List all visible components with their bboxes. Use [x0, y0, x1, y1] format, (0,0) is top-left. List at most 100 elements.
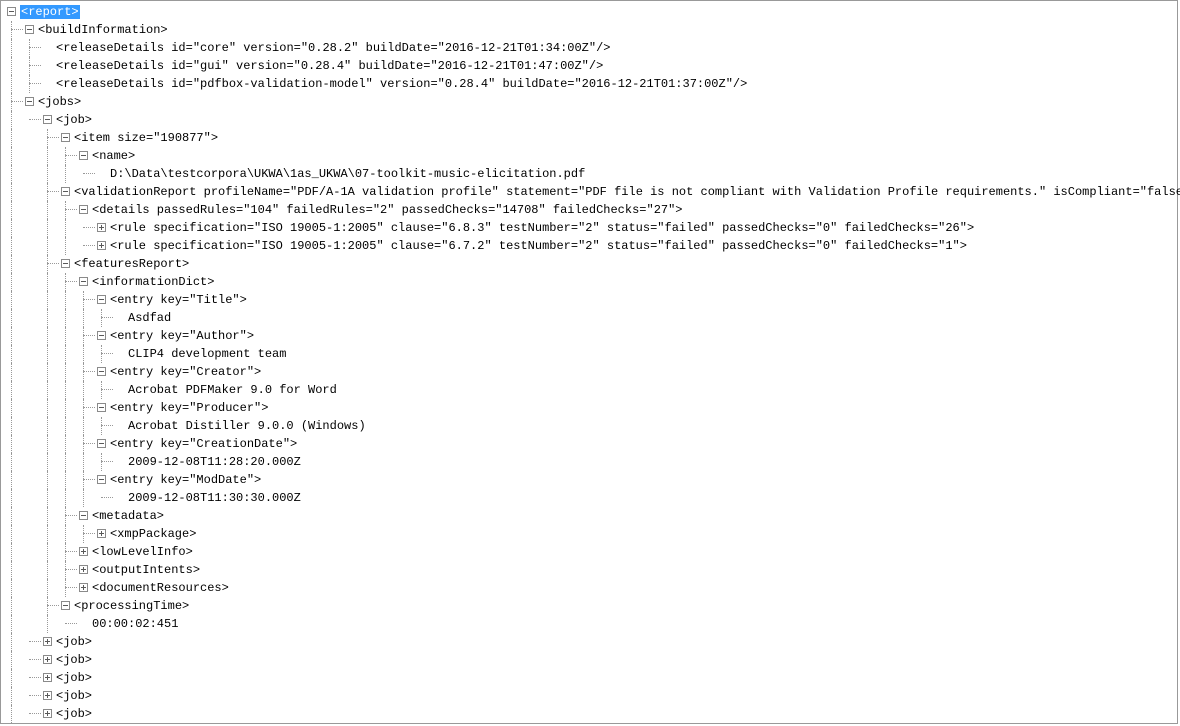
node-text[interactable]: <documentResources>	[92, 581, 229, 595]
tree-row[interactable]: <details passedRules="104" failedRules="…	[1, 201, 1177, 219]
collapse-icon[interactable]	[79, 277, 88, 286]
tree-row[interactable]: <name>	[1, 147, 1177, 165]
node-text[interactable]: <releaseDetails id="gui" version="0.28.4…	[56, 59, 603, 73]
tree-row[interactable]: CLIP4 development team	[1, 345, 1177, 363]
collapse-icon[interactable]	[97, 367, 106, 376]
tree-row[interactable]: <outputIntents>	[1, 561, 1177, 579]
collapse-icon[interactable]	[79, 151, 88, 160]
collapse-icon[interactable]	[97, 403, 106, 412]
tree-row[interactable]: 2009-12-08T11:30:30.000Z	[1, 489, 1177, 507]
tree-row[interactable]: <buildInformation>	[1, 21, 1177, 39]
collapse-icon[interactable]	[61, 259, 70, 268]
tree-row[interactable]: 2009-12-08T11:28:20.000Z	[1, 453, 1177, 471]
node-text[interactable]: <rule specification="ISO 19005-1:2005" c…	[110, 221, 974, 235]
node-text[interactable]: <name>	[92, 149, 135, 163]
tree-row[interactable]: <entry key="Title">	[1, 291, 1177, 309]
node-text[interactable]: 00:00:02:451	[92, 617, 178, 631]
node-text[interactable]: D:\Data\testcorpora\UKWA\1as_UKWA\07-too…	[110, 167, 585, 181]
node-text[interactable]: <job>	[56, 689, 92, 703]
node-text[interactable]: <featuresReport>	[74, 257, 189, 271]
collapse-icon[interactable]	[7, 7, 16, 16]
tree-row[interactable]: <entry key="Author">	[1, 327, 1177, 345]
tree-row[interactable]: Acrobat PDFMaker 9.0 for Word	[1, 381, 1177, 399]
node-text[interactable]: Asdfad	[128, 311, 171, 325]
tree-row[interactable]: <job>	[1, 705, 1177, 723]
node-text[interactable]: <metadata>	[92, 509, 164, 523]
expand-icon[interactable]	[79, 547, 88, 556]
expand-icon[interactable]	[43, 691, 52, 700]
tree-row[interactable]: <xmpPackage>	[1, 525, 1177, 543]
node-text[interactable]: <releaseDetails id="pdfbox-validation-mo…	[56, 77, 747, 91]
collapse-icon[interactable]	[61, 187, 70, 196]
tree-row[interactable]: <job>	[1, 687, 1177, 705]
node-text[interactable]: <jobs>	[38, 95, 81, 109]
tree-row[interactable]: <job>	[1, 111, 1177, 129]
tree-row[interactable]: <documentResources>	[1, 579, 1177, 597]
node-text[interactable]: <validationReport profileName="PDF/A-1A …	[74, 185, 1180, 199]
collapse-icon[interactable]	[79, 511, 88, 520]
expand-icon[interactable]	[79, 565, 88, 574]
node-text[interactable]: <xmpPackage>	[110, 527, 196, 541]
tree-row[interactable]: <rule specification="ISO 19005-1:2005" c…	[1, 219, 1177, 237]
node-text[interactable]: <job>	[56, 707, 92, 721]
node-text[interactable]: <details passedRules="104" failedRules="…	[92, 203, 683, 217]
expand-icon[interactable]	[97, 241, 106, 250]
tree-row[interactable]: <entry key="Creator">	[1, 363, 1177, 381]
collapse-icon[interactable]	[25, 25, 34, 34]
collapse-icon[interactable]	[97, 475, 106, 484]
node-text[interactable]: <releaseDetails id="core" version="0.28.…	[56, 41, 611, 55]
tree-row[interactable]: Asdfad	[1, 309, 1177, 327]
node-text[interactable]: <entry key="Author">	[110, 329, 254, 343]
tree-row[interactable]: <report>	[1, 3, 1177, 21]
node-text[interactable]: <entry key="Producer">	[110, 401, 268, 415]
node-text[interactable]: <job>	[56, 671, 92, 685]
node-text[interactable]: <entry key="Title">	[110, 293, 247, 307]
tree-row[interactable]: <featuresReport>	[1, 255, 1177, 273]
collapse-icon[interactable]	[61, 133, 70, 142]
expand-icon[interactable]	[43, 655, 52, 664]
node-text[interactable]: <entry key="CreationDate">	[110, 437, 297, 451]
node-text[interactable]: <job>	[56, 635, 92, 649]
expand-icon[interactable]	[97, 529, 106, 538]
tree-row[interactable]: <entry key="CreationDate">	[1, 435, 1177, 453]
tree-row[interactable]: <releaseDetails id="gui" version="0.28.4…	[1, 57, 1177, 75]
node-text[interactable]: 2009-12-08T11:30:30.000Z	[128, 491, 301, 505]
tree-row[interactable]: <item size="190877">	[1, 129, 1177, 147]
node-text[interactable]: <job>	[56, 113, 92, 127]
tree-row[interactable]: <entry key="ModDate">	[1, 471, 1177, 489]
tree-row[interactable]: <lowLevelInfo>	[1, 543, 1177, 561]
tree-row[interactable]: <job>	[1, 669, 1177, 687]
collapse-icon[interactable]	[25, 97, 34, 106]
expand-icon[interactable]	[43, 637, 52, 646]
node-text[interactable]: <entry key="ModDate">	[110, 473, 261, 487]
tree-row[interactable]: <metadata>	[1, 507, 1177, 525]
expand-icon[interactable]	[43, 673, 52, 682]
node-text[interactable]: <informationDict>	[92, 275, 214, 289]
collapse-icon[interactable]	[97, 295, 106, 304]
node-text[interactable]: <report>	[20, 5, 80, 19]
node-text[interactable]: CLIP4 development team	[128, 347, 286, 361]
tree-row[interactable]: <job>	[1, 633, 1177, 651]
tree-row[interactable]: <releaseDetails id="core" version="0.28.…	[1, 39, 1177, 57]
tree-row[interactable]: <entry key="Producer">	[1, 399, 1177, 417]
tree-row[interactable]: <job>	[1, 651, 1177, 669]
node-text[interactable]: <lowLevelInfo>	[92, 545, 193, 559]
tree-row[interactable]: <jobs>	[1, 93, 1177, 111]
node-text[interactable]: <rule specification="ISO 19005-1:2005" c…	[110, 239, 967, 253]
node-text[interactable]: <job>	[56, 653, 92, 667]
expand-icon[interactable]	[79, 583, 88, 592]
node-text[interactable]: Acrobat Distiller 9.0.0 (Windows)	[128, 419, 366, 433]
node-text[interactable]: Acrobat PDFMaker 9.0 for Word	[128, 383, 337, 397]
node-text[interactable]: <processingTime>	[74, 599, 189, 613]
tree-row[interactable]: D:\Data\testcorpora\UKWA\1as_UKWA\07-too…	[1, 165, 1177, 183]
collapse-icon[interactable]	[79, 205, 88, 214]
collapse-icon[interactable]	[97, 331, 106, 340]
node-text[interactable]: 2009-12-08T11:28:20.000Z	[128, 455, 301, 469]
node-text[interactable]: <item size="190877">	[74, 131, 218, 145]
node-text[interactable]: <buildInformation>	[38, 23, 168, 37]
node-text[interactable]: <entry key="Creator">	[110, 365, 261, 379]
collapse-icon[interactable]	[43, 115, 52, 124]
tree-row[interactable]: Acrobat Distiller 9.0.0 (Windows)	[1, 417, 1177, 435]
tree-row[interactable]: <releaseDetails id="pdfbox-validation-mo…	[1, 75, 1177, 93]
tree-row[interactable]: <processingTime>	[1, 597, 1177, 615]
